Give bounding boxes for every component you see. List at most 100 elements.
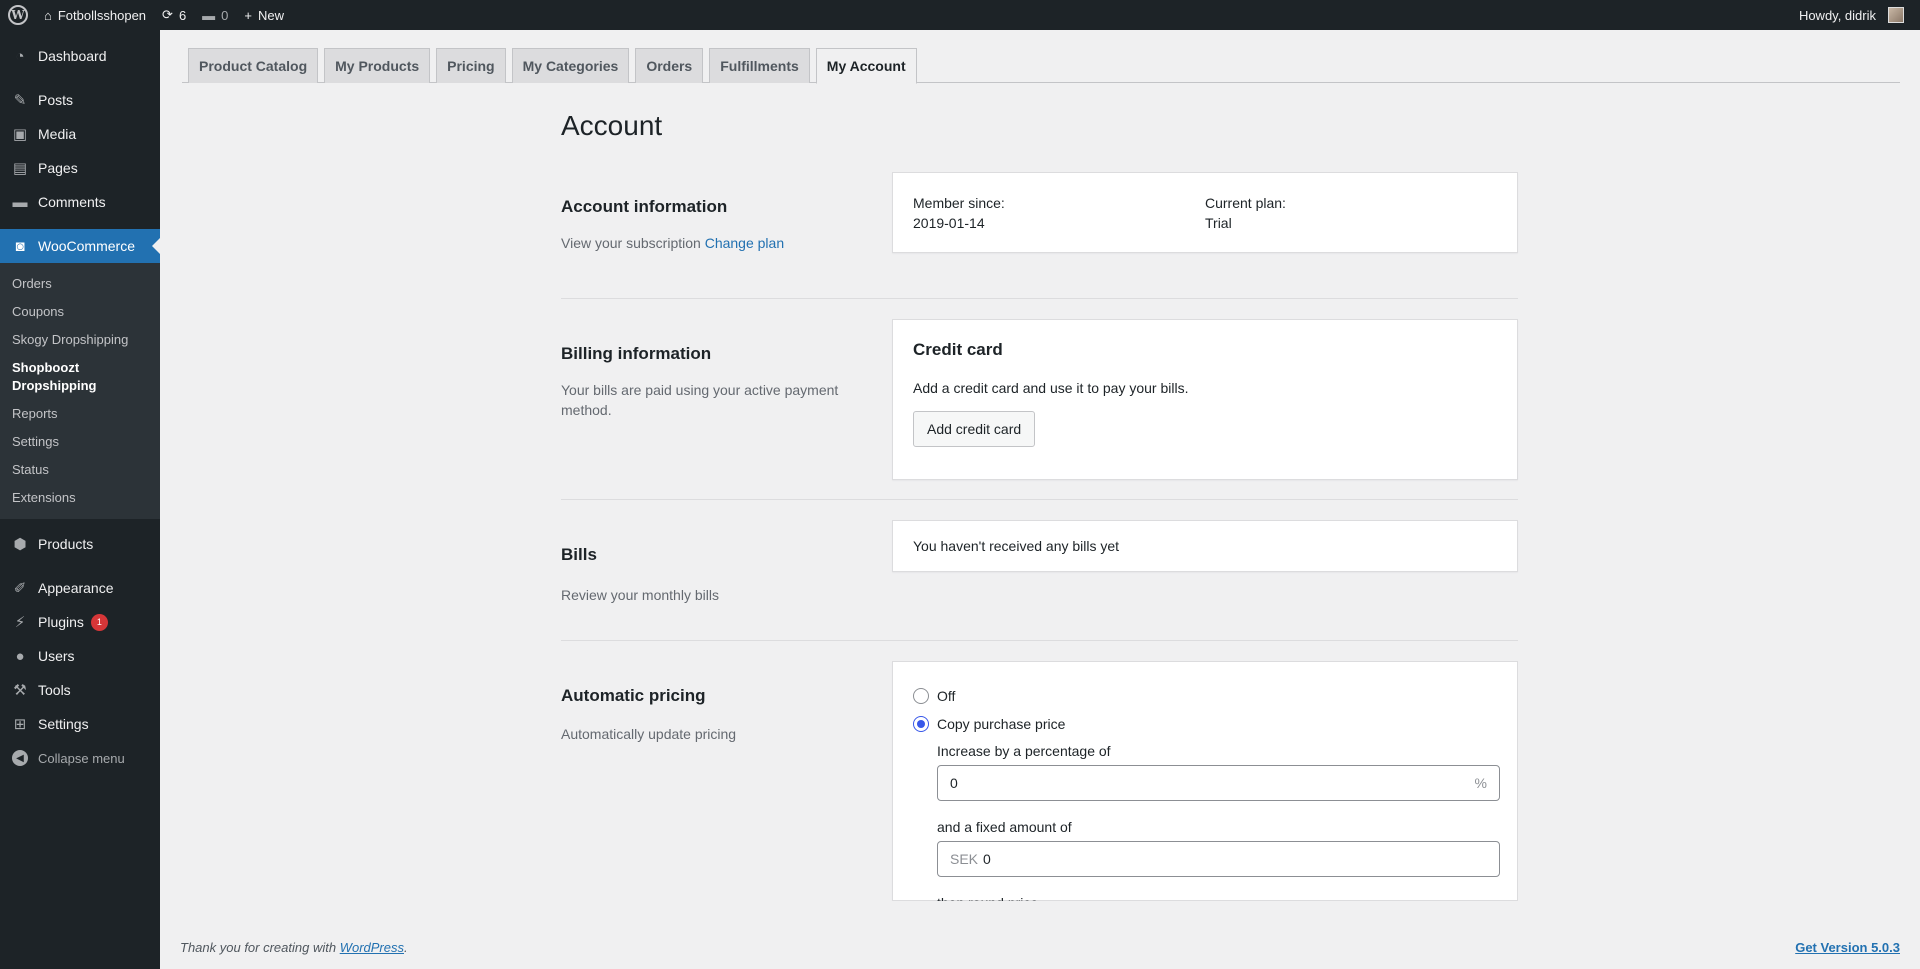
member-since-label: Member since: (913, 195, 1005, 211)
footer-thanks-suffix: . (404, 940, 408, 955)
account-information-heading: Account information (561, 197, 728, 216)
collapse-icon-wrap: ◀ (10, 748, 30, 768)
credit-card-text: Add a credit card and use it to pay your… (913, 380, 1189, 396)
greeting: Howdy, didrik (1798, 7, 1876, 23)
radio-copy-label: Copy purchase price (937, 716, 1066, 732)
menu-label: Comments (38, 194, 106, 210)
section-description: Bills Review your monthly bills (561, 520, 892, 640)
collapse-label: Collapse menu (38, 750, 125, 766)
tab-my-categories[interactable]: My Categories (511, 48, 630, 83)
menu-label: WooCommerce (38, 238, 135, 254)
updates-icon: ⟳ (162, 7, 173, 22)
comment-icon: ▬ (202, 7, 216, 23)
tab-my-products[interactable]: My Products (324, 48, 431, 83)
percentage-label: Increase by a percentage of (937, 743, 1111, 759)
menu-pages[interactable]: ▤ Pages (0, 151, 160, 185)
submenu-extensions[interactable]: Extensions (0, 484, 160, 512)
radio-copy-purchase-price[interactable]: Copy purchase price (913, 710, 1497, 738)
current-plan: Current plan: Trial (1205, 193, 1497, 232)
current-plan-label: Current plan: (1205, 195, 1286, 211)
submenu-status[interactable]: Status (0, 456, 160, 484)
submenu-coupons[interactable]: Coupons (0, 298, 160, 326)
radio-off-control[interactable] (913, 688, 929, 704)
submenu-shopboozt-dropshipping[interactable]: Shopboozt Dropshipping (0, 354, 160, 400)
account-page: Account Account information View your su… (561, 110, 1518, 901)
wrench-icon: ⚒ (13, 682, 27, 699)
footer-thanks: Thank you for creating with WordPress. (180, 940, 408, 955)
submenu-orders[interactable]: Orders (0, 270, 160, 298)
admin-sidebar: ◔ Dashboard ✎ Posts ▣ Media ▤ Pages ▬ Co… (0, 30, 160, 969)
wordpress-logo-button[interactable]: W (0, 0, 36, 30)
menu-posts[interactable]: ✎ Posts (0, 83, 160, 117)
menu-users[interactable]: ● Users (0, 639, 160, 673)
menu-label: Appearance (38, 580, 114, 596)
menu-settings[interactable]: ⊞ Settings (0, 707, 160, 741)
submenu-skogy-dropshipping[interactable]: Skogy Dropshipping (0, 326, 160, 354)
menu-media[interactable]: ▣ Media (0, 117, 160, 151)
section-description: Automatic pricing Automatically update p… (561, 661, 892, 901)
menu-label: Users (38, 648, 75, 664)
automatic-pricing-heading: Automatic pricing (561, 686, 706, 705)
menu-appearance[interactable]: ✐ Appearance (0, 571, 160, 605)
bills-desc: Review your monthly bills (561, 587, 719, 603)
menu-dashboard[interactable]: ◔ Dashboard (0, 39, 160, 73)
menu-label: Dashboard (38, 48, 107, 64)
bills-heading: Bills (561, 545, 597, 564)
admin-bar: W ⌂ Fotbollsshopen ⟳ 6 ▬ 0 + New Howdy, … (0, 0, 1920, 30)
account-information-desc: View your subscription Change plan (561, 233, 872, 253)
radio-copy-control[interactable] (913, 716, 929, 732)
percentage-suffix: % (1474, 775, 1487, 791)
credit-card-card: Credit card Add a credit card and use it… (892, 319, 1518, 480)
menu-label: Posts (38, 92, 74, 108)
user-icon: ● (15, 647, 25, 665)
bills-card: You haven't received any bills yet (892, 520, 1518, 572)
tab-product-catalog[interactable]: Product Catalog (188, 48, 319, 83)
wordpress-link[interactable]: WordPress (340, 940, 404, 955)
my-account-link[interactable]: Howdy, didrik (1791, 0, 1912, 30)
plugins-update-badge: 1 (90, 613, 108, 631)
comments-link[interactable]: ▬ 0 (194, 0, 236, 30)
billing-information-desc: Your bills are paid using your active pa… (561, 382, 839, 418)
percentage-input[interactable]: 0 % (937, 765, 1500, 801)
member-since: Member since: 2019-01-14 (913, 193, 1205, 232)
new-content-link[interactable]: + New (236, 0, 292, 30)
menu-plugins[interactable]: ⚡ Plugins 1 (0, 605, 160, 639)
woo-icon: ◙ (15, 237, 25, 255)
media-icon: ▣ (12, 126, 28, 143)
menu-label: Pages (38, 160, 78, 176)
wordpress-logo-icon: W (8, 5, 28, 25)
fixed-amount-value: 0 (983, 851, 991, 867)
change-plan-link[interactable]: Change plan (705, 235, 784, 251)
menu-woocommerce[interactable]: ◙ WooCommerce (0, 229, 160, 263)
member-since-value: 2019-01-14 (913, 215, 985, 231)
products-icon: ⬢ (13, 536, 27, 553)
submenu-settings[interactable]: Settings (0, 428, 160, 456)
nav-tabs: Product Catalog My Products Pricing My C… (182, 48, 1900, 84)
tab-fulfillments[interactable]: Fulfillments (709, 48, 810, 83)
pricing-card: Off Copy purchase price Increase by a pe… (892, 661, 1518, 901)
section-description: Account information View your subscripti… (561, 172, 892, 298)
section-description: Billing information Your bills are paid … (561, 319, 892, 499)
site-name-link[interactable]: ⌂ Fotbollsshopen (36, 0, 154, 30)
tab-orders[interactable]: Orders (635, 48, 704, 83)
pricing-options: Increase by a percentage of 0 % and a fi… (937, 740, 1500, 901)
add-credit-card-button[interactable]: Add credit card (913, 411, 1036, 447)
plug-icon: ⚡ (14, 614, 26, 631)
menu-label: Plugins (38, 614, 84, 630)
menu-tools[interactable]: ⚒ Tools (0, 673, 160, 707)
submenu-reports[interactable]: Reports (0, 400, 160, 428)
updates-link[interactable]: ⟳ 6 (154, 0, 194, 30)
radio-off-label: Off (937, 688, 956, 704)
menu-comments[interactable]: ▬ Comments (0, 185, 160, 219)
home-icon: ⌂ (44, 7, 52, 23)
get-version-link[interactable]: Get Version 5.0.3 (1795, 940, 1900, 955)
tab-my-account[interactable]: My Account (815, 48, 917, 84)
menu-products[interactable]: ⬢ Products (0, 527, 160, 561)
billing-information-section: Billing information Your bills are paid … (561, 299, 1518, 500)
tab-pricing[interactable]: Pricing (436, 48, 506, 83)
fixed-amount-input[interactable]: SEK 0 (937, 841, 1500, 877)
collapse-menu-button[interactable]: ◀ Collapse menu (0, 741, 160, 775)
billing-information-heading: Billing information (561, 344, 712, 363)
plus-icon: + (244, 7, 252, 23)
radio-off[interactable]: Off (913, 682, 1497, 710)
